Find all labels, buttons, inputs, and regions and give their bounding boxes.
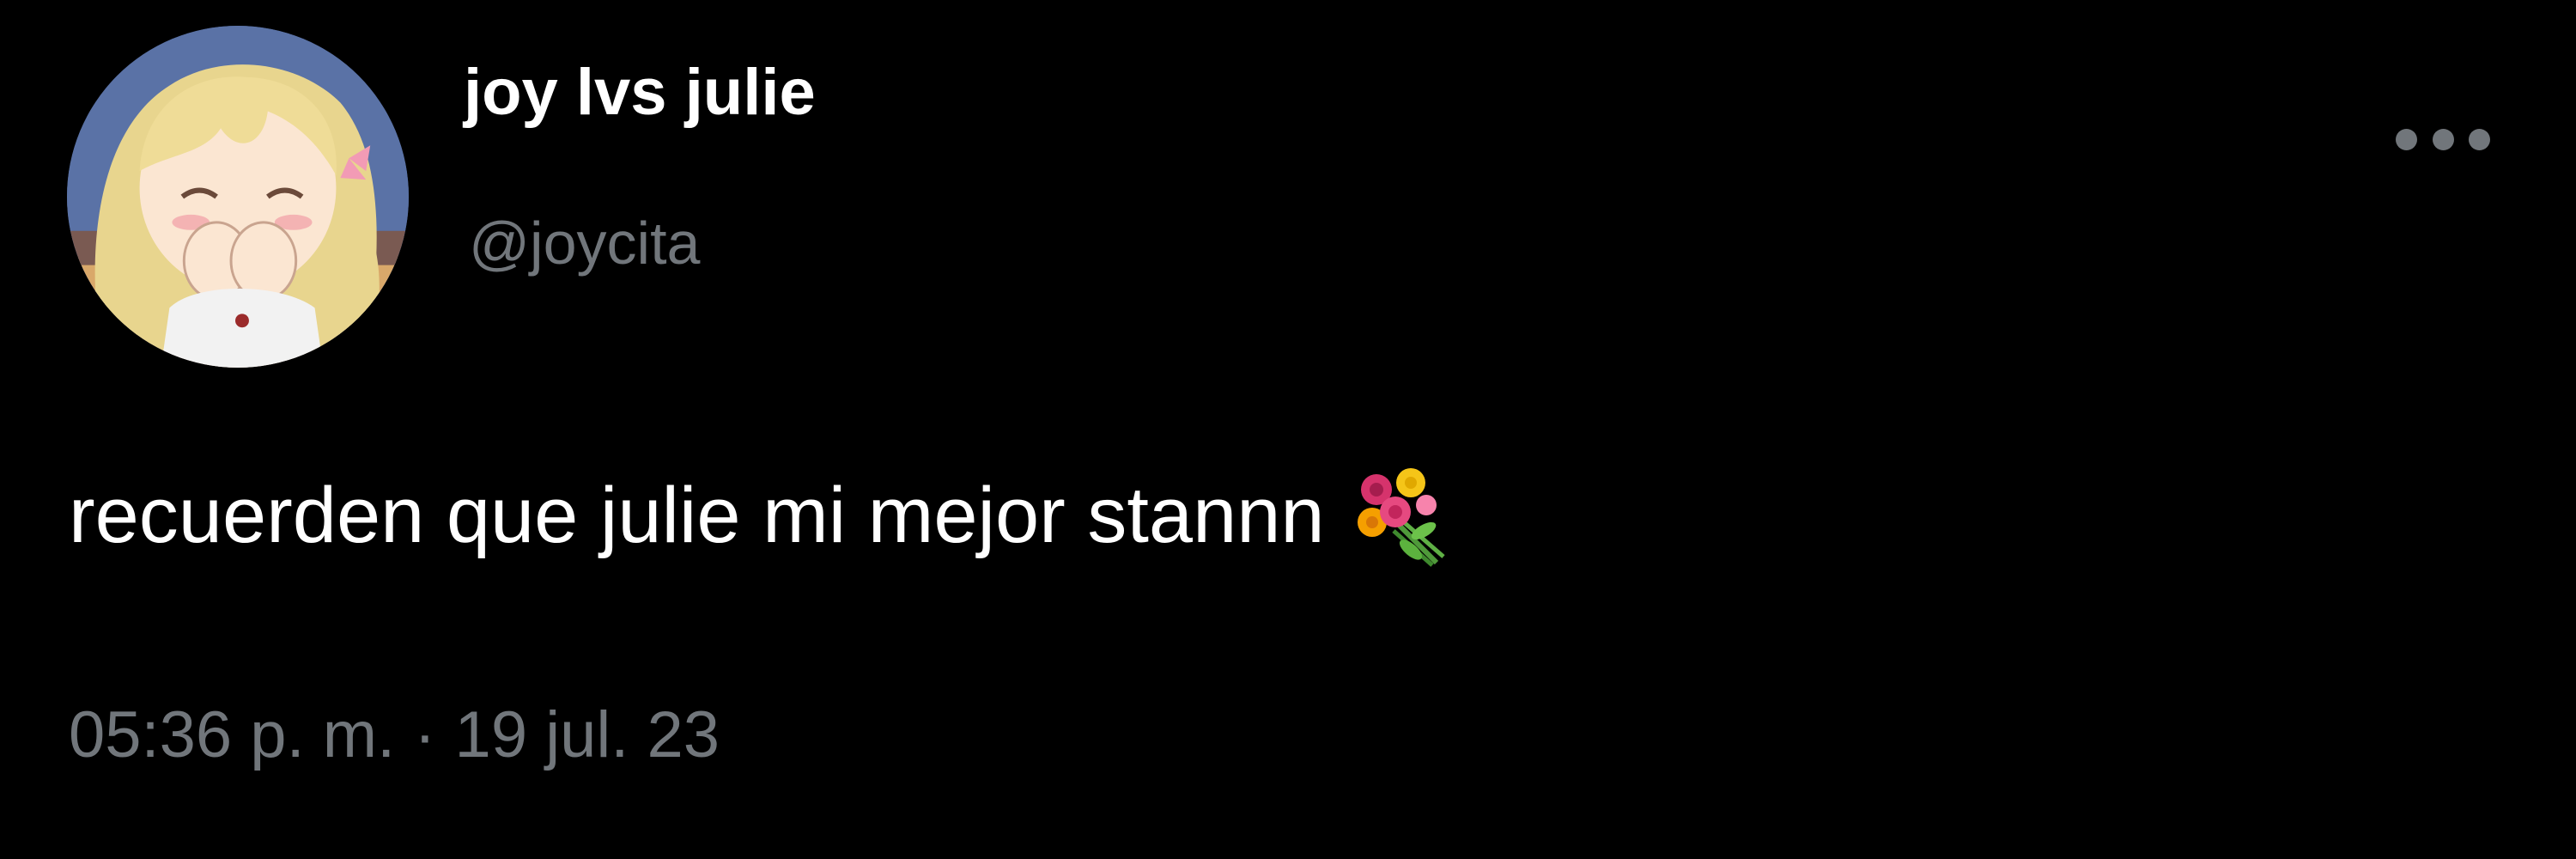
timestamp-separator: ·: [414, 698, 436, 771]
more-options-icon: [2432, 128, 2454, 150]
bouquet-icon: [1357, 468, 1445, 567]
more-options-button[interactable]: [2396, 113, 2490, 165]
avatar[interactable]: [67, 26, 409, 368]
more-options-icon: [2469, 128, 2490, 150]
tweet: joy lvs julie @joycita recuerden que jul…: [0, 0, 2576, 859]
display-name[interactable]: joy lvs julie: [464, 60, 816, 125]
more-options-icon: [2396, 128, 2417, 150]
tweet-body: recuerden que julie mi mejor stannn: [69, 464, 1454, 567]
tweet-date: 19 jul. 23: [454, 698, 720, 771]
user-handle[interactable]: @joycita: [469, 213, 700, 273]
tweet-time: 05:36 p. m.: [69, 698, 396, 771]
tweet-timestamp[interactable]: 05:36 p. m. · 19 jul. 23: [69, 703, 720, 768]
tweet-text: recuerden que julie mi mejor stannn: [69, 471, 1325, 559]
